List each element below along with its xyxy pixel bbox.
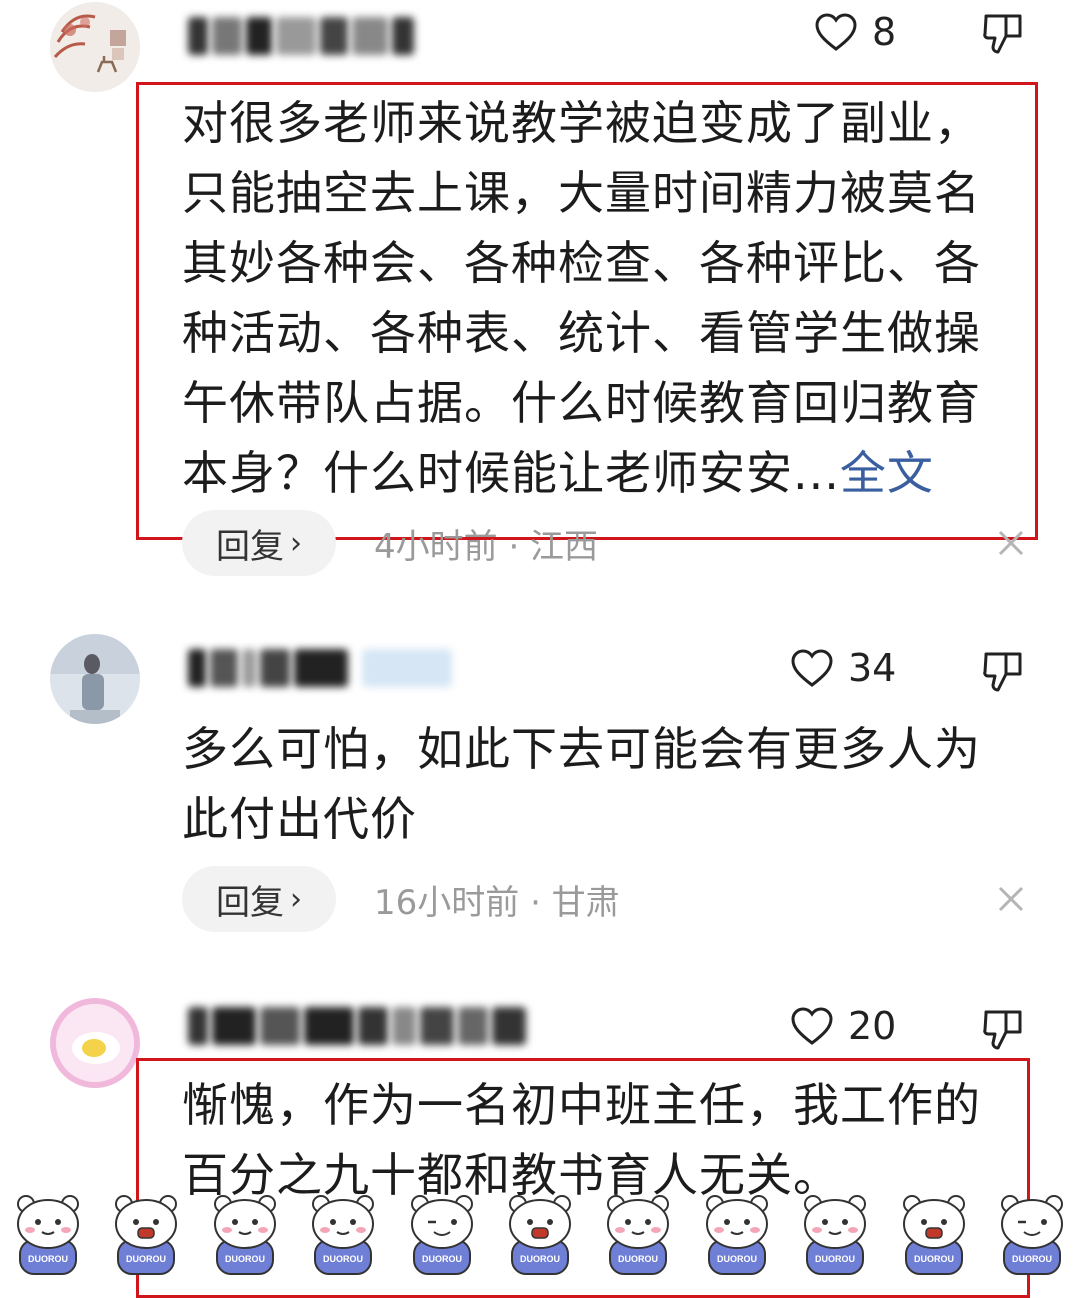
avatar-image — [50, 2, 140, 92]
bear-sticker-icon: DUOROU — [312, 1195, 375, 1275]
heart-icon — [791, 1007, 833, 1045]
svg-text:DUOROU: DUOROU — [422, 1254, 462, 1264]
comment-footer: 回复 › 16小时前 · 甘肃 — [182, 866, 620, 932]
bear-sticker-icon: DUOROU — [705, 1195, 768, 1275]
like-button[interactable]: 20 — [790, 1004, 896, 1048]
avatar[interactable] — [50, 634, 140, 724]
like-count: 8 — [872, 10, 897, 54]
username-blurred[interactable] — [188, 646, 452, 690]
bear-sticker-icon: DUOROU — [902, 1195, 965, 1275]
dislike-icon[interactable] — [980, 648, 1026, 694]
svg-text:DUOROU: DUOROU — [914, 1254, 954, 1264]
bear-sticker-icon: DUOROU — [607, 1195, 670, 1275]
dislike-icon[interactable] — [980, 10, 1026, 56]
comment-body: 惭愧，作为一名初中班主任，我工作的百分之九十都和教书育人无关。 — [182, 1078, 981, 1202]
close-icon[interactable] — [994, 526, 1028, 560]
like-button[interactable]: 8 — [814, 10, 896, 54]
bear-sticker-icon: DUOROU — [410, 1195, 473, 1275]
like-count: 34 — [848, 646, 897, 690]
username-blurred[interactable] — [188, 1004, 526, 1048]
avatar[interactable] — [50, 2, 140, 92]
user-badge — [362, 649, 452, 687]
comment-meta: 4小时前 · 江西 — [374, 526, 599, 567]
bear-sticker-icon: DUOROU — [17, 1195, 79, 1275]
username-blurred[interactable] — [188, 14, 414, 58]
like-count: 20 — [848, 1004, 897, 1048]
like-button[interactable]: 34 — [790, 646, 896, 690]
svg-text:DUOROU: DUOROU — [1012, 1254, 1052, 1264]
bear-sticker-icon: DUOROU — [1000, 1195, 1063, 1275]
avatar-image — [50, 634, 140, 724]
sticker-strip: DUOROU DUOROU DUOROU DUOROU DUOROU DUOROU DUOR… — [0, 1190, 1080, 1277]
heart-icon — [815, 13, 857, 51]
svg-text:DUOROU: DUOROU — [323, 1254, 363, 1264]
reply-button[interactable]: 回复 › — [182, 510, 336, 576]
comment-item: 8 对很多老师来说教学被迫变成了副业，只能抽空去上课，大量时间精力被莫名其妙各种… — [0, 0, 1080, 600]
reply-button[interactable]: 回复 › — [182, 866, 336, 932]
comment-item: 34 多么可怕，如此下去可能会有更多人为此付出代价 回复 › 16小时前 · 甘… — [0, 600, 1080, 990]
svg-text:DUOROU: DUOROU — [618, 1254, 658, 1264]
close-icon[interactable] — [994, 882, 1028, 916]
dislike-icon[interactable] — [980, 1006, 1026, 1052]
bear-sticker-icon: DUOROU — [804, 1195, 867, 1275]
comment-footer: 回复 › 4小时前 · 江西 — [182, 510, 598, 576]
svg-text:DUOROU: DUOROU — [28, 1254, 68, 1264]
comment-meta: 16小时前 · 甘肃 — [374, 882, 620, 923]
read-more-link[interactable]: 全文 — [840, 446, 934, 500]
bear-sticker-icon: DUOROU — [115, 1195, 178, 1275]
avatar[interactable] — [50, 998, 140, 1088]
chevron-right-icon: › — [290, 881, 302, 917]
svg-text:DUOROU: DUOROU — [815, 1254, 855, 1264]
svg-text:DUOROU: DUOROU — [225, 1254, 265, 1264]
svg-text:DUOROU: DUOROU — [126, 1254, 166, 1264]
svg-text:DUOROU: DUOROU — [717, 1254, 757, 1264]
bear-sticker-icon: DUOROU — [508, 1195, 571, 1275]
avatar-image — [56, 1004, 134, 1082]
comment-body: 对很多老师来说教学被迫变成了副业，只能抽空去上课，大量时间精力被莫名其妙各种会、… — [182, 96, 981, 500]
bear-sticker-icon: DUOROU — [213, 1195, 276, 1275]
svg-text:DUOROU: DUOROU — [520, 1254, 560, 1264]
heart-icon — [791, 649, 833, 687]
chevron-right-icon: › — [290, 525, 302, 561]
comment-body: 多么可怕，如此下去可能会有更多人为此付出代价 — [182, 722, 981, 846]
